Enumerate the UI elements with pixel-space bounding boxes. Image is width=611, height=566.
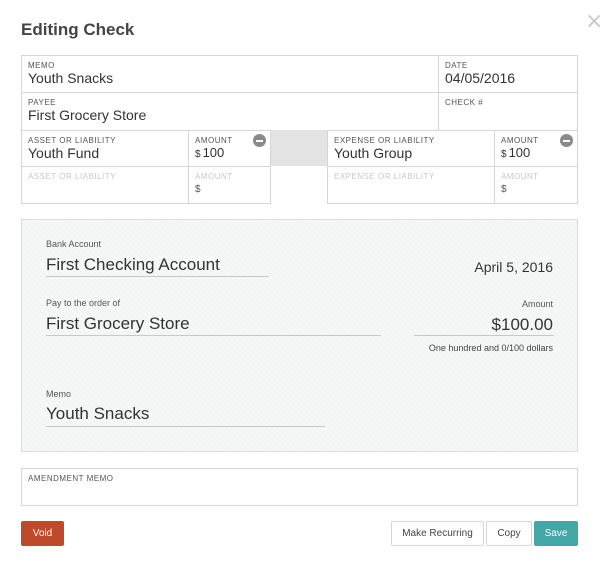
- asset-amount-currency: $: [195, 184, 201, 195]
- asset-account-label: ASSET OR LIABILITY: [28, 136, 116, 145]
- expense-amount-placeholder: AMOUNT: [501, 172, 539, 181]
- memo-field[interactable]: MEMO Youth Snacks: [21, 55, 439, 93]
- pay-to-label: Pay to the order of: [46, 298, 121, 308]
- close-icon[interactable]: ×: [585, 11, 603, 33]
- asset-amount-placeholder: AMOUNT: [195, 172, 233, 181]
- amount-in-words: One hundred and 0/100 dollars: [428, 343, 553, 353]
- expense-amount-value: 100: [508, 145, 531, 160]
- save-button[interactable]: Save: [534, 521, 578, 546]
- payee-field[interactable]: PAYEE First Grocery Store: [21, 92, 439, 131]
- expense-amount: $100: [501, 145, 530, 160]
- remove-row-icon[interactable]: [253, 134, 266, 147]
- bank-account-underline: [46, 276, 269, 277]
- check-amount: $100.00: [491, 315, 553, 334]
- date-label: DATE: [445, 61, 468, 70]
- remove-row-icon[interactable]: [560, 134, 573, 147]
- check-memo-underline: [46, 426, 325, 427]
- asset-account-value: Youth Fund: [28, 145, 100, 161]
- expense-account-field-empty[interactable]: EXPENSE OR LIABILITY: [327, 166, 495, 204]
- payee-label: PAYEE: [28, 98, 56, 107]
- check-preview: Bank Account First Checking Account Apri…: [21, 219, 578, 452]
- asset-amount-label: AMOUNT: [195, 136, 233, 145]
- expense-account-value: Youth Group: [334, 145, 413, 161]
- asset-account-placeholder: ASSET OR LIABILITY: [28, 172, 116, 181]
- amount-label: Amount: [521, 299, 553, 309]
- memo-label: MEMO: [28, 61, 55, 70]
- asset-amount-field[interactable]: AMOUNT $100: [188, 130, 271, 167]
- dialog-title: Editing Check: [21, 20, 135, 39]
- void-button[interactable]: Void: [21, 521, 64, 546]
- expense-amount-label: AMOUNT: [501, 136, 539, 145]
- amount-underline: [414, 335, 554, 336]
- currency-symbol: $: [195, 149, 201, 160]
- make-recurring-button[interactable]: Make Recurring: [391, 521, 484, 546]
- memo-value: Youth Snacks: [28, 70, 114, 86]
- pay-to-value: First Grocery Store: [46, 314, 190, 333]
- amendment-memo-field[interactable]: AMENDMENT MEMO: [21, 468, 578, 506]
- currency-symbol: $: [501, 149, 507, 160]
- payee-value: First Grocery Store: [28, 107, 147, 123]
- bank-account-value: First Checking Account: [46, 255, 220, 274]
- expense-account-placeholder: EXPENSE OR LIABILITY: [334, 172, 435, 181]
- pay-to-underline: [46, 335, 381, 336]
- check-memo-value: Youth Snacks: [46, 404, 150, 423]
- expense-amount-field[interactable]: AMOUNT $100: [494, 130, 578, 167]
- asset-amount-field-empty[interactable]: AMOUNT $: [188, 166, 271, 204]
- asset-account-field-empty[interactable]: ASSET OR LIABILITY: [21, 166, 189, 204]
- amendment-memo-label: AMENDMENT MEMO: [28, 474, 114, 483]
- row-divider: [271, 130, 328, 166]
- expense-account-label: EXPENSE OR LIABILITY: [334, 136, 435, 145]
- check-date: April 5, 2016: [474, 259, 553, 275]
- bank-account-label: Bank Account: [46, 239, 102, 249]
- check-number-field[interactable]: CHECK #: [438, 92, 578, 131]
- asset-account-field[interactable]: ASSET OR LIABILITY Youth Fund: [21, 130, 189, 167]
- date-field[interactable]: DATE 04/05/2016: [438, 55, 578, 93]
- date-value: 04/05/2016: [445, 70, 516, 86]
- check-number-label: CHECK #: [445, 98, 484, 107]
- check-memo-label: Memo: [46, 389, 72, 399]
- expense-amount-field-empty[interactable]: AMOUNT $: [494, 166, 578, 204]
- expense-account-field[interactable]: EXPENSE OR LIABILITY Youth Group: [327, 130, 495, 167]
- copy-button[interactable]: Copy: [486, 521, 532, 546]
- asset-amount: $100: [195, 145, 224, 160]
- asset-amount-value: 100: [202, 145, 225, 160]
- expense-amount-currency: $: [501, 184, 507, 195]
